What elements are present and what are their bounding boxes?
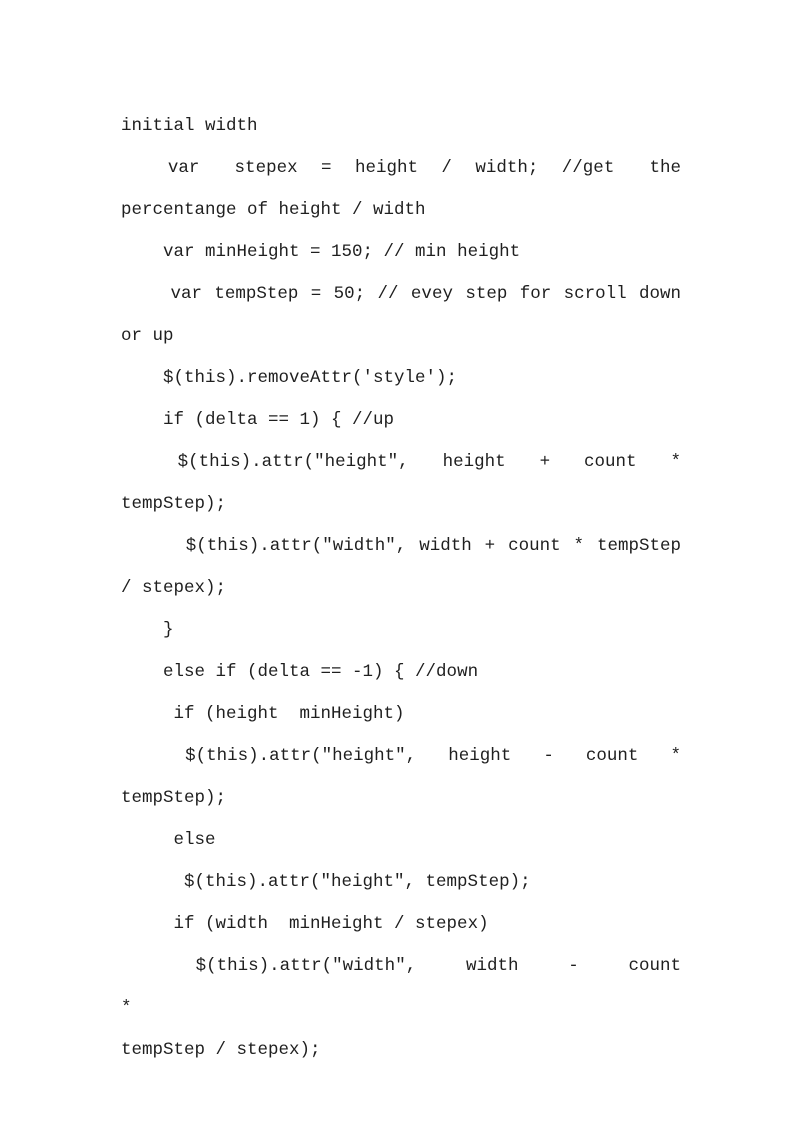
code-line: $(this).attr("width", width - count *: [121, 956, 724, 1018]
code-line-continuation: / stepex);: [121, 578, 227, 598]
code-line-continuation: percentange of height / width: [121, 200, 426, 220]
code-line-continuation: tempStep);: [121, 494, 227, 514]
code-line: $(this).removeAttr('style');: [121, 368, 458, 388]
code-line: if (width minHeight / stepex): [121, 914, 489, 934]
code-line: }: [121, 620, 174, 640]
code-line: $(this).attr("height", height - count *: [121, 746, 681, 766]
code-line-continuation: tempStep);: [121, 788, 227, 808]
code-line: var minHeight = 150; // min height: [121, 242, 521, 262]
code-line: else if (delta == -1) { //down: [121, 662, 479, 682]
code-line-continuation: or up: [121, 326, 174, 346]
code-line: var tempStep = 50; // evey step for scro…: [121, 284, 681, 304]
document-page: initial width var stepex = height / widt…: [0, 0, 800, 1132]
code-listing: initial width var stepex = height / widt…: [121, 105, 681, 1071]
code-line: else: [121, 830, 216, 850]
code-line: $(this).attr("width", width + count * te…: [121, 536, 681, 556]
code-line: $(this).attr("height", tempStep);: [121, 872, 531, 892]
code-line-continuation: tempStep / stepex);: [121, 1040, 321, 1060]
code-line: var stepex = height / width; //get the: [121, 158, 681, 178]
code-line: if (height minHeight): [121, 704, 405, 724]
code-line: if (delta == 1) { //up: [121, 410, 395, 430]
code-line: initial width: [121, 116, 258, 136]
code-line: $(this).attr("height", height + count *: [121, 452, 681, 472]
